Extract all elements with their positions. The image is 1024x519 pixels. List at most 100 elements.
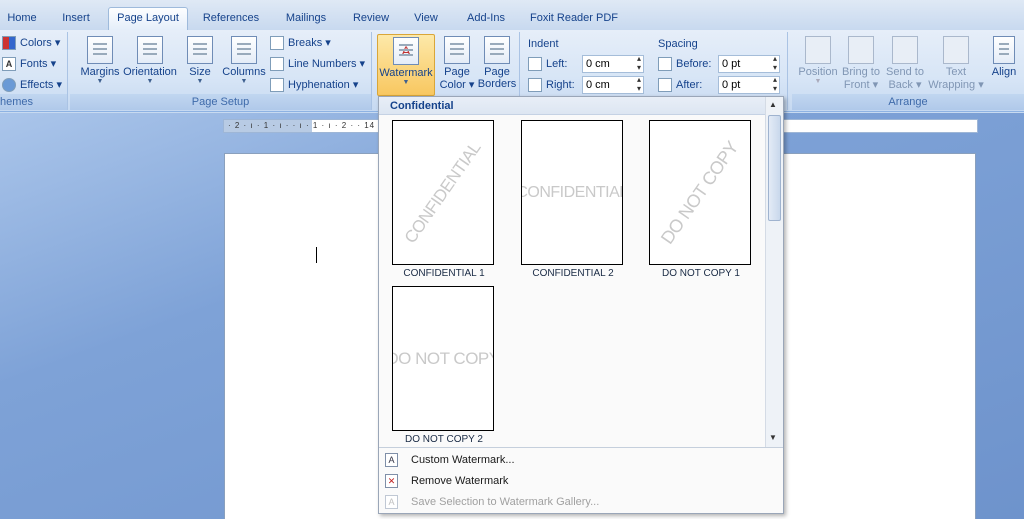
watermark-option-confidential-2[interactable]: CONFIDENTIAL CONFIDENTIAL 2 (521, 120, 625, 279)
arrange-group-label: Arrange (792, 94, 1024, 110)
ribbon-tab-bar: Home Insert Page Layout References Maili… (0, 0, 1024, 31)
tab-foxit-reader-pdf[interactable]: Foxit Reader PDF (526, 8, 622, 30)
align-icon (993, 36, 1015, 64)
scroll-thumb[interactable] (768, 115, 781, 221)
watermark-option-label: DO NOT COPY 1 (662, 268, 740, 279)
indent-left-icon (528, 57, 542, 72)
chevron-down-icon: ▼ (196, 78, 204, 85)
breaks-icon (270, 36, 284, 51)
gallery-section-header: Confidential (379, 97, 783, 115)
watermark-icon: A (393, 37, 419, 65)
theme-colors-icon (2, 36, 16, 51)
theme-effects-icon (2, 78, 16, 93)
size-button[interactable]: Size ▼ (176, 34, 224, 94)
remove-watermark-icon: ✕ (385, 474, 398, 488)
scroll-up-icon[interactable]: ▲ (769, 100, 777, 109)
size-icon (187, 36, 213, 64)
watermark-preview: DO NOT COPY (392, 286, 494, 431)
arrange-group: Position ▼ Bring to Front ▾ Send to Back ▾ … (792, 32, 1024, 110)
indent-label: Indent (528, 38, 559, 50)
margins-button[interactable]: Margins ▼ (74, 34, 126, 94)
chevron-down-icon: ▼ (146, 78, 154, 85)
columns-button[interactable]: Columns ▼ (220, 34, 268, 94)
watermark-preview-text: DO NOT COPY (656, 137, 743, 248)
theme-fonts-button[interactable]: A Fonts ▾ (2, 55, 56, 73)
watermark-gallery: Confidential ▲ ▼ CONFIDENTIAL CONFIDENTI… (378, 96, 784, 514)
spacing-before-icon (658, 57, 672, 72)
indent-left-label: Left: (528, 55, 567, 73)
tab-view[interactable]: View (406, 8, 446, 30)
custom-watermark-icon: A (385, 453, 398, 467)
bring-to-front-button[interactable]: Bring to Front ▾ (838, 34, 884, 94)
watermark-option-label: DO NOT COPY 2 (405, 434, 483, 445)
position-icon (805, 36, 831, 64)
themes-group: Colors ▾ A Fonts ▾ Effects ▾ hemes (0, 32, 68, 110)
send-to-back-button[interactable]: Send to Back ▾ (882, 34, 928, 94)
watermark-preview-text: CONFIDENTIAL (521, 183, 623, 201)
theme-colors-button[interactable]: Colors ▾ (2, 34, 60, 52)
tab-home[interactable]: Home (0, 8, 44, 30)
watermark-option-do-not-copy-2[interactable]: DO NOT COPY DO NOT COPY 2 (392, 286, 496, 445)
text-wrapping-button[interactable]: Text Wrapping ▾ (928, 34, 984, 94)
page-setup-group-label: Page Setup (70, 94, 371, 110)
page-borders-icon (484, 36, 510, 64)
theme-effects-button[interactable]: Effects ▾ (2, 76, 62, 94)
line-numbers-button[interactable]: Line Numbers ▾ (270, 55, 365, 73)
orientation-icon (137, 36, 163, 64)
tab-mailings[interactable]: Mailings (276, 8, 336, 30)
page-borders-button[interactable]: Page Borders (476, 34, 518, 94)
position-button[interactable]: Position ▼ (794, 34, 842, 94)
indent-right-input[interactable]: 0 cm (582, 75, 644, 94)
hyphenation-button[interactable]: Hyphenation ▾ (270, 76, 358, 94)
text-cursor (316, 247, 317, 263)
margins-icon (87, 36, 113, 64)
tab-page-layout[interactable]: Page Layout (108, 7, 188, 31)
watermark-preview: CONFIDENTIAL (392, 120, 494, 265)
watermark-preview: DO NOT COPY (649, 120, 751, 265)
chevron-down-icon: ▼ (814, 78, 822, 85)
columns-icon (231, 36, 257, 64)
tab-insert[interactable]: Insert (52, 8, 100, 30)
spacing-before-input[interactable]: 0 pt (718, 54, 780, 73)
watermark-option-label: CONFIDENTIAL 1 (403, 268, 485, 279)
align-button[interactable]: Align (986, 34, 1022, 94)
themes-group-label: hemes (0, 94, 67, 110)
orientation-button[interactable]: Orientation ▼ (120, 34, 180, 94)
tab-references[interactable]: References (196, 8, 266, 30)
scroll-down-icon[interactable]: ▼ (769, 433, 777, 442)
watermark-option-label: CONFIDENTIAL 2 (532, 268, 614, 279)
watermark-button[interactable]: A Watermark ▼ (377, 34, 435, 96)
page-color-button[interactable]: Page Color ▾ (438, 34, 476, 94)
watermark-option-confidential-1[interactable]: CONFIDENTIAL CONFIDENTIAL 1 (392, 120, 496, 279)
watermark-preview-text: CONFIDENTIAL (400, 138, 485, 247)
gallery-scrollbar[interactable]: ▲ ▼ (765, 97, 783, 447)
tab-add-ins[interactable]: Add-Ins (458, 8, 514, 30)
chevron-down-icon: ▼ (402, 79, 410, 86)
spacing-after-label: After: (658, 76, 702, 94)
spacing-before-label: Before: (658, 55, 711, 73)
breaks-button[interactable]: Breaks ▾ (270, 34, 331, 52)
send-to-back-icon (892, 36, 918, 64)
spacing-label: Spacing (658, 38, 698, 50)
indent-right-label: Right: (528, 76, 575, 94)
chevron-down-icon: ▼ (96, 78, 104, 85)
hyphenation-icon (270, 78, 284, 93)
watermark-preview: CONFIDENTIAL (521, 120, 623, 265)
page-setup-group: Margins ▼ Orientation ▼ Size ▼ Columns ▼ Bre… (70, 32, 372, 110)
remove-watermark-menu-item[interactable]: ✕ Remove Watermark (379, 471, 783, 491)
indent-right-icon (528, 78, 542, 93)
indent-left-input[interactable]: 0 cm (582, 54, 644, 73)
theme-fonts-icon: A (2, 57, 16, 72)
spacing-after-input[interactable]: 0 pt (718, 75, 780, 94)
save-to-gallery-icon: A (385, 495, 398, 509)
custom-watermark-menu-item[interactable]: A Custom Watermark... (379, 450, 783, 470)
text-wrapping-icon (943, 36, 969, 64)
chevron-down-icon: ▼ (240, 78, 248, 85)
watermark-option-do-not-copy-1[interactable]: DO NOT COPY DO NOT COPY 1 (649, 120, 753, 279)
save-to-gallery-menu-item: A Save Selection to Watermark Gallery... (379, 492, 783, 512)
watermark-preview-text: DO NOT COPY (392, 348, 494, 368)
page-color-icon (444, 36, 470, 64)
tab-review[interactable]: Review (346, 8, 396, 30)
gallery-divider (379, 447, 783, 448)
bring-to-front-icon (848, 36, 874, 64)
